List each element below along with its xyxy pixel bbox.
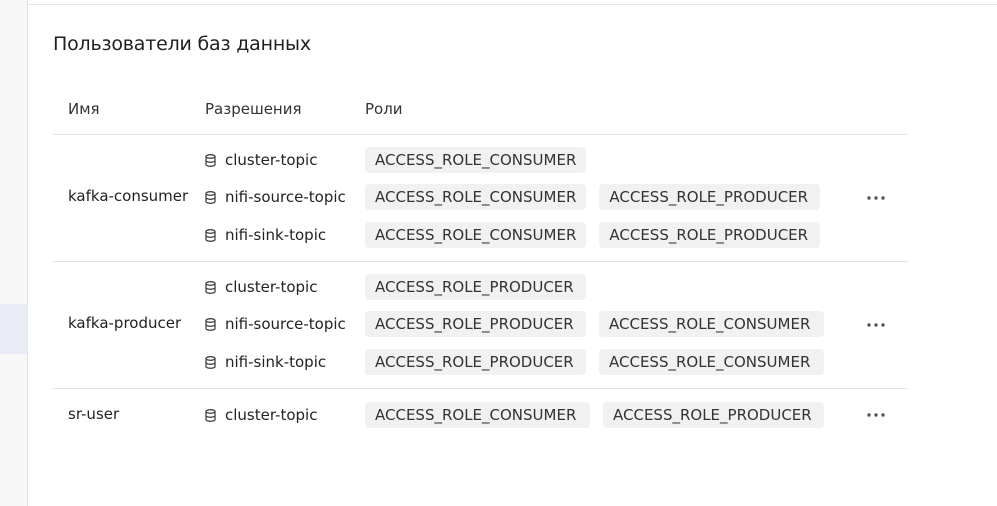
permission-item: nifi-sink-topic bbox=[205, 350, 326, 374]
database-icon bbox=[205, 355, 216, 369]
role-list: ACCESS_ROLE_CONSUMER ACCESS_ROLE_PRODUCE… bbox=[365, 222, 833, 248]
role-chip: ACCESS_ROLE_CONSUMER bbox=[599, 349, 824, 375]
permission-topic: nifi-source-topic bbox=[225, 188, 346, 206]
more-horizontal-icon bbox=[867, 413, 885, 417]
table-row[interactable]: kafka-producer cluster-topic nifi-source… bbox=[53, 262, 908, 389]
left-sidebar bbox=[0, 0, 28, 506]
role-chip: ACCESS_ROLE_PRODUCER bbox=[365, 274, 586, 300]
table-row[interactable]: sr-user cluster-topic ACCESS_ROLE_CONSUM… bbox=[53, 389, 908, 441]
column-header-permissions[interactable]: Разрешения bbox=[205, 100, 302, 118]
permission-item: cluster-topic bbox=[205, 403, 317, 427]
row-actions-button[interactable] bbox=[862, 405, 890, 425]
page-title: Пользователи баз данных bbox=[53, 33, 311, 55]
table-row[interactable]: kafka-consumer cluster-topic nifi-source… bbox=[53, 135, 908, 262]
database-icon bbox=[205, 317, 216, 331]
header-divider bbox=[28, 4, 997, 5]
role-list: ACCESS_ROLE_CONSUMER bbox=[365, 147, 599, 173]
permission-item: cluster-topic bbox=[205, 275, 317, 299]
role-list: ACCESS_ROLE_CONSUMER ACCESS_ROLE_PRODUCE… bbox=[365, 184, 833, 210]
role-list: ACCESS_ROLE_PRODUCER ACCESS_ROLE_CONSUME… bbox=[365, 349, 837, 375]
permission-item: nifi-source-topic bbox=[205, 185, 346, 209]
permission-item: nifi-sink-topic bbox=[205, 223, 326, 247]
database-icon bbox=[205, 280, 216, 294]
role-list: ACCESS_ROLE_PRODUCER bbox=[365, 274, 599, 300]
user-name: sr-user bbox=[68, 405, 120, 423]
role-chip: ACCESS_ROLE_CONSUMER bbox=[365, 184, 587, 210]
role-chip: ACCESS_ROLE_PRODUCER bbox=[599, 184, 821, 210]
role-chip: ACCESS_ROLE_PRODUCER bbox=[365, 311, 586, 337]
database-icon bbox=[205, 408, 216, 422]
permission-topic: nifi-source-topic bbox=[225, 315, 346, 333]
role-chip: ACCESS_ROLE_PRODUCER bbox=[603, 402, 824, 428]
column-header-name[interactable]: Имя bbox=[68, 100, 100, 118]
user-name: kafka-producer bbox=[68, 314, 182, 332]
role-list: ACCESS_ROLE_CONSUMER ACCESS_ROLE_PRODUCE… bbox=[365, 402, 837, 428]
role-chip: ACCESS_ROLE_CONSUMER bbox=[365, 402, 590, 428]
role-chip: ACCESS_ROLE_CONSUMER bbox=[365, 222, 587, 248]
more-horizontal-icon bbox=[867, 323, 885, 327]
permission-topic: cluster-topic bbox=[225, 278, 318, 296]
permission-topic: cluster-topic bbox=[225, 151, 318, 169]
permission-topic: cluster-topic bbox=[225, 406, 318, 424]
column-header-roles[interactable]: Роли bbox=[365, 100, 403, 118]
permission-topic: nifi-sink-topic bbox=[225, 353, 327, 371]
permission-item: cluster-topic bbox=[205, 148, 317, 172]
row-actions-button[interactable] bbox=[862, 315, 890, 335]
sidebar-active-item[interactable] bbox=[0, 304, 27, 354]
table-header: Имя Разрешения Роли bbox=[53, 88, 908, 135]
database-icon bbox=[205, 190, 216, 204]
users-table: Имя Разрешения Роли kafka-consumer clust… bbox=[53, 88, 908, 441]
row-actions-button[interactable] bbox=[862, 188, 890, 208]
role-chip: ACCESS_ROLE_CONSUMER bbox=[365, 147, 587, 173]
role-chip: ACCESS_ROLE_CONSUMER bbox=[599, 311, 824, 337]
role-chip: ACCESS_ROLE_PRODUCER bbox=[599, 222, 821, 248]
role-list: ACCESS_ROLE_PRODUCER ACCESS_ROLE_CONSUME… bbox=[365, 311, 837, 337]
database-icon bbox=[205, 153, 216, 167]
role-chip: ACCESS_ROLE_PRODUCER bbox=[365, 349, 586, 375]
more-horizontal-icon bbox=[867, 196, 885, 200]
user-name: kafka-consumer bbox=[68, 187, 189, 205]
permission-item: nifi-source-topic bbox=[205, 312, 346, 336]
permission-topic: nifi-sink-topic bbox=[225, 226, 327, 244]
database-icon bbox=[205, 228, 216, 242]
